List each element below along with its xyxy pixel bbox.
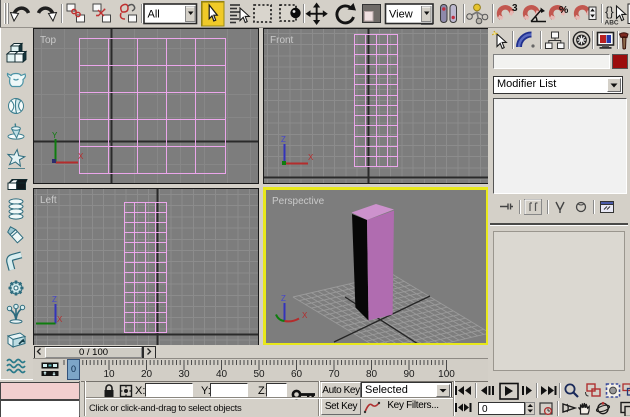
svg-text:Y: Y [52,131,58,140]
svg-text:%: % [559,4,569,16]
svg-text:90: 90 [403,369,415,379]
svg-text:Top: Top [40,35,57,46]
svg-text:30: 30 [178,369,190,379]
svg-text:ABC: ABC [605,20,619,27]
svg-text:X: X [308,153,314,162]
svg-text:40: 40 [216,369,228,379]
svg-text:70: 70 [328,369,340,379]
svg-text:3: 3 [512,3,518,14]
svg-text:20: 20 [141,369,153,379]
svg-text:View: View [389,9,413,21]
svg-text:80: 80 [366,369,378,379]
svg-text:100: 100 [438,369,455,379]
svg-text:All: All [148,9,160,21]
svg-text:60: 60 [291,369,303,379]
svg-text:X: X [57,315,63,324]
svg-text:Z: Z [281,135,286,144]
svg-text:Left: Left [40,195,57,206]
svg-text:X: X [78,152,84,161]
svg-text:10: 10 [103,369,115,379]
svg-text:X: X [302,311,308,320]
svg-text:{}: {} [605,4,614,19]
svg-text:0: 0 [482,404,488,415]
svg-text:Z: Z [281,294,286,303]
svg-text:Z: Z [52,295,57,304]
svg-text:Perspective: Perspective [272,196,325,207]
svg-text:50: 50 [253,369,265,379]
svg-text:Front: Front [270,35,294,46]
